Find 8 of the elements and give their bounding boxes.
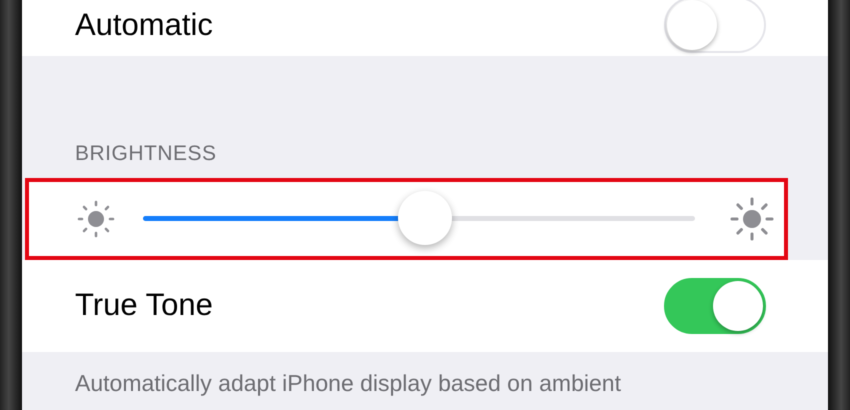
large-sun-icon bbox=[730, 196, 774, 240]
section-header: BRIGHTNESS bbox=[74, 141, 218, 167]
footer-text: Automatically adapt iPhone display based on ambient bbox=[74, 368, 622, 398]
setting-label: True Tone bbox=[75, 286, 214, 324]
brightness-slider[interactable] bbox=[143, 190, 695, 246]
slider-thumb[interactable] bbox=[398, 191, 452, 245]
setting-label: Automatic bbox=[75, 6, 214, 44]
toggle-switch[interactable] bbox=[664, 278, 766, 334]
